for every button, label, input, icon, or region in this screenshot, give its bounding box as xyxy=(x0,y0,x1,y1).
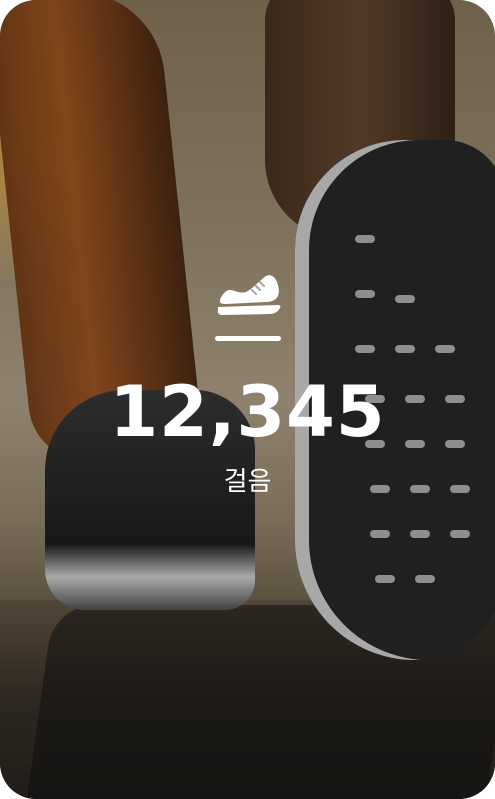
step-label: 걸음 xyxy=(223,467,272,497)
widget-content: 12,345 걸음 xyxy=(0,270,495,497)
step-counter-widget[interactable]: 12,345 걸음 xyxy=(0,0,495,799)
step-count: 12,345 xyxy=(109,371,386,453)
sneaker-icon xyxy=(217,275,280,315)
icon-underline xyxy=(214,336,281,341)
